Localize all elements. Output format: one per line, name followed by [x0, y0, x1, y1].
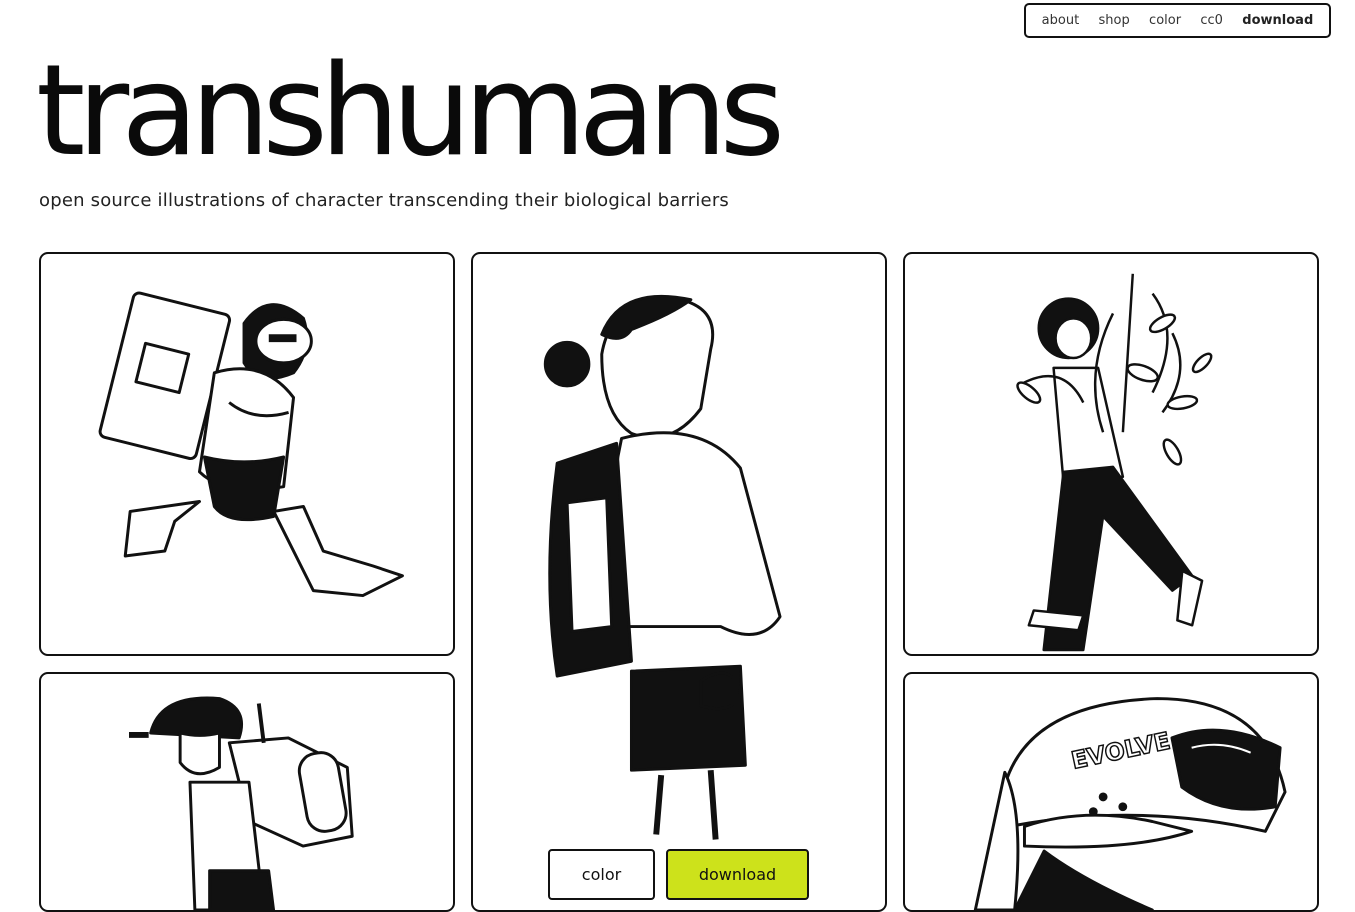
- backpack-character-illustration: [543, 294, 782, 840]
- nav-download-link[interactable]: download: [1242, 13, 1313, 28]
- page-title: transhumans: [36, 37, 785, 184]
- color-button[interactable]: color: [548, 849, 655, 900]
- download-button[interactable]: download: [666, 849, 809, 900]
- illustration-card-cap[interactable]: [39, 672, 455, 912]
- illustration-card-helmet[interactable]: EVOLVE: [903, 672, 1319, 912]
- illustration-card-plants[interactable]: [903, 252, 1319, 656]
- page-subtitle: open source illustrations of character t…: [39, 190, 730, 211]
- illustration-card-backpack[interactable]: [471, 252, 887, 912]
- nav-cc0-link[interactable]: cc0: [1200, 13, 1223, 28]
- helmet-character-illustration: EVOLVE: [973, 697, 1287, 910]
- nav-shop-link[interactable]: shop: [1099, 13, 1130, 28]
- top-nav: about shop color cc0 download: [1024, 3, 1331, 38]
- cap-character-illustration: [129, 696, 354, 910]
- running-character-illustration: [98, 291, 404, 598]
- illustration-card-running[interactable]: [39, 252, 455, 656]
- nav-about-link[interactable]: about: [1042, 13, 1080, 28]
- nav-color-link[interactable]: color: [1149, 13, 1181, 28]
- plants-character-illustration: [1016, 273, 1213, 652]
